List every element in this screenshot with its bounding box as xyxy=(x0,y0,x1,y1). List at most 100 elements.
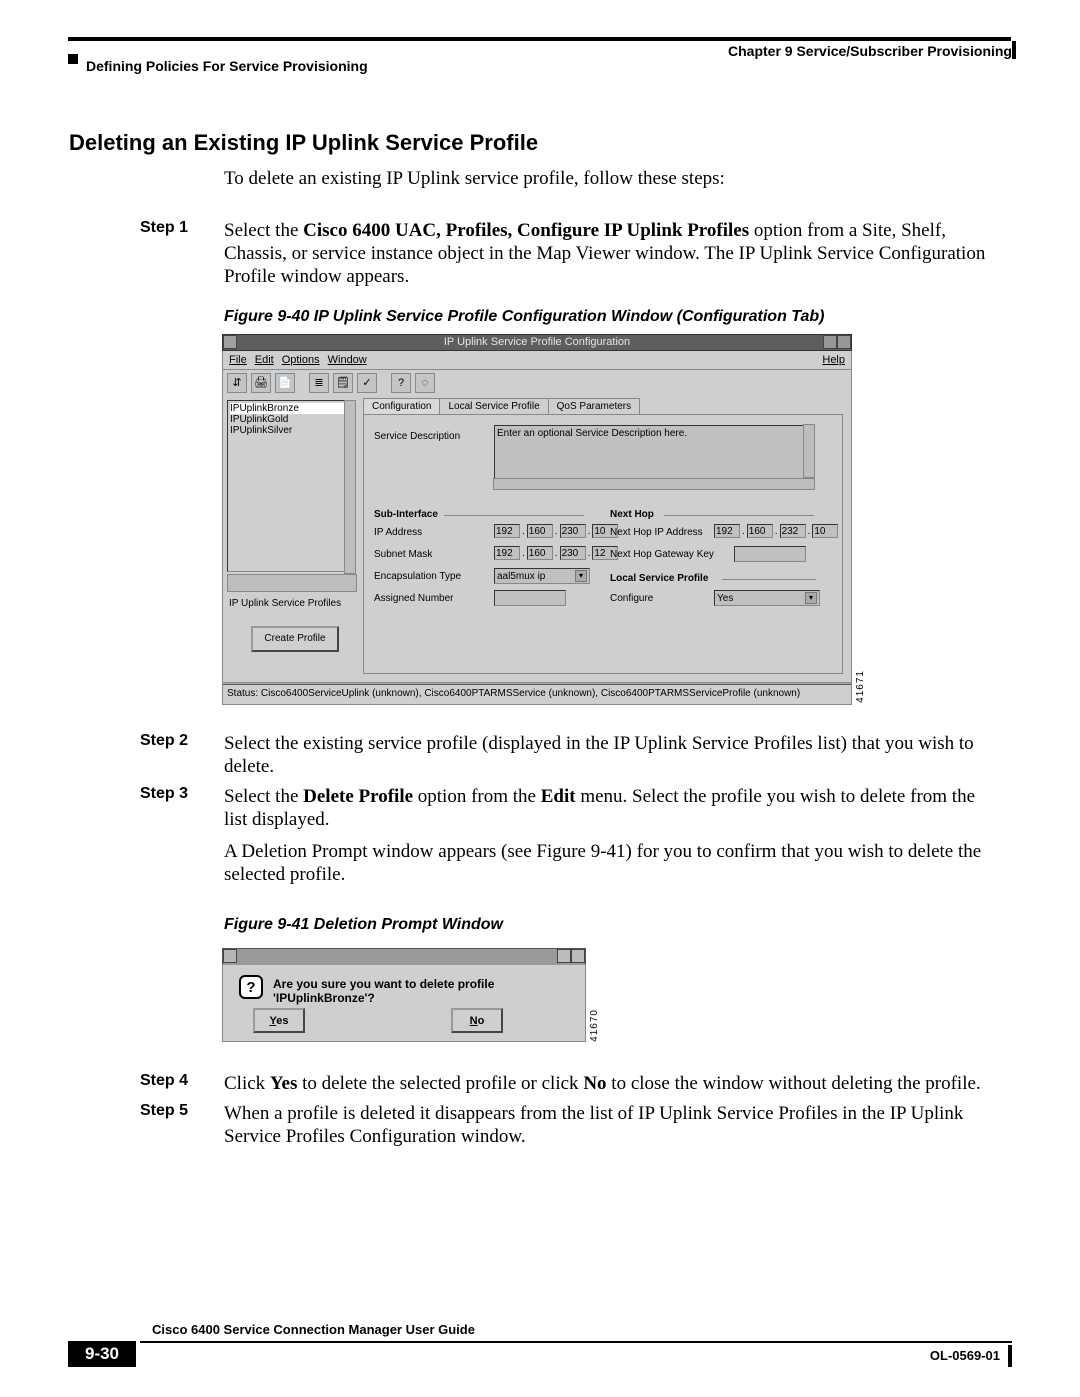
ip-uplink-config-window: IP Uplink Service Profile Configuration … xyxy=(222,334,852,705)
menubar: File Edit Options Window Help xyxy=(222,351,852,370)
profiles-scrollbar[interactable] xyxy=(344,400,356,574)
profiles-list-label: IP Uplink Service Profiles xyxy=(229,598,341,609)
step3-c: option from the xyxy=(413,786,541,807)
document-id: OL-0569-01 xyxy=(930,1348,1000,1363)
step2-body: Select the existing service profile (dis… xyxy=(224,732,1000,778)
header-rule xyxy=(68,37,1011,41)
profiles-list[interactable]: IPUplinkBronze IPUplinkGold IPUplinkSilv… xyxy=(227,400,355,572)
profiles-hscroll[interactable] xyxy=(227,574,357,592)
next-hop-key-field[interactable] xyxy=(734,546,806,562)
profile-item-silver[interactable]: IPUplinkSilver xyxy=(230,425,292,436)
service-description-label: Service Description xyxy=(374,431,460,442)
mask-oct-2[interactable] xyxy=(527,546,553,560)
desc-vscroll[interactable] xyxy=(803,424,815,478)
sub-interface-group: Sub-Interface xyxy=(374,509,438,520)
encapsulation-type-value: aal5mux ip xyxy=(497,571,545,582)
menu-file[interactable]: File xyxy=(229,354,247,366)
menu-help[interactable]: Help xyxy=(822,354,845,366)
profile-item-bronze[interactable]: IPUplinkBronze xyxy=(230,403,352,414)
menu-window[interactable]: Window xyxy=(328,354,367,366)
mask-oct-3[interactable] xyxy=(560,546,586,560)
step3-b: Delete Profile xyxy=(303,786,413,807)
window-title: IP Uplink Service Profile Configuration xyxy=(223,335,851,350)
tab-local-service-profile[interactable]: Local Service Profile xyxy=(439,398,548,414)
toolbar-help-icon[interactable]: ? xyxy=(391,373,411,393)
tab-configuration[interactable]: Configuration xyxy=(363,398,440,414)
toolbar-btn-6[interactable]: ✓ xyxy=(357,373,377,393)
service-description-field[interactable]: Enter an optional Service Description he… xyxy=(494,425,814,479)
step5-body: When a profile is deleted it disappears … xyxy=(224,1102,1000,1148)
header-left-marker xyxy=(68,54,78,64)
status-bar: Status: Cisco6400ServiceUplink (unknown)… xyxy=(222,683,852,705)
step5-label: Step 5 xyxy=(140,1102,188,1120)
ip-oct-1[interactable] xyxy=(494,524,520,538)
footer-rule xyxy=(140,1341,1012,1343)
ip-address-label: IP Address xyxy=(374,527,422,538)
ip-oct-3[interactable] xyxy=(560,524,586,538)
step4-e: to close the window without deleting the… xyxy=(607,1073,981,1094)
footer-right-bar xyxy=(1008,1345,1012,1367)
step3-paragraph2: A Deletion Prompt window appears (see Fi… xyxy=(224,840,1000,886)
encapsulation-type-label: Encapsulation Type xyxy=(374,571,461,582)
step1-b: Cisco 6400 UAC, Profiles, Configure IP U… xyxy=(303,220,749,241)
figure-id: 41670 xyxy=(589,1009,600,1042)
create-profile-button[interactable]: Create Profile xyxy=(251,626,339,652)
step2-label: Step 2 xyxy=(140,732,188,750)
system-menu-icon[interactable] xyxy=(223,335,237,349)
step3-label: Step 3 xyxy=(140,785,188,803)
toolbar-btn-1[interactable]: ⇵ xyxy=(227,373,247,393)
question-icon: ? xyxy=(239,975,263,999)
tab-qos-parameters[interactable]: QoS Parameters xyxy=(548,398,640,414)
nh-oct-4[interactable] xyxy=(812,524,838,538)
ip-oct-2[interactable] xyxy=(527,524,553,538)
subnet-mask-label: Subnet Mask xyxy=(374,549,432,560)
encapsulation-type-combo[interactable]: aal5mux ip ▾ xyxy=(494,568,590,584)
maximize-icon[interactable] xyxy=(837,335,851,349)
step4-a: Click xyxy=(224,1073,270,1094)
step4-c: to delete the selected profile or click xyxy=(297,1073,583,1094)
footer-book-title: Cisco 6400 Service Connection Manager Us… xyxy=(152,1322,475,1337)
local-service-profile-group: Local Service Profile xyxy=(610,573,708,584)
toolbar-btn-3[interactable]: 📄 xyxy=(275,373,295,393)
minimize-icon[interactable] xyxy=(823,335,837,349)
nh-oct-3[interactable] xyxy=(780,524,806,538)
dropdown-arrow-icon[interactable]: ▾ xyxy=(805,592,817,604)
assigned-number-field[interactable] xyxy=(494,590,566,606)
step1-body: Select the Cisco 6400 UAC, Profiles, Con… xyxy=(224,219,1000,289)
maximize-icon[interactable] xyxy=(571,949,585,963)
dialog-titlebar[interactable] xyxy=(222,948,586,966)
step4-d: No xyxy=(583,1073,606,1094)
toolbar-btn-2[interactable]: 🖨 xyxy=(251,373,271,393)
toolbar-btn-5[interactable]: 🗒 xyxy=(333,373,353,393)
dropdown-arrow-icon[interactable]: ▾ xyxy=(575,570,587,582)
next-hop-ip-label: Next Hop IP Address xyxy=(610,527,703,538)
no-button[interactable]: No xyxy=(451,1008,503,1033)
service-description-value: Enter an optional Service Description he… xyxy=(497,428,687,439)
step3-d: Edit xyxy=(541,786,576,807)
menu-options[interactable]: Options xyxy=(282,354,320,366)
window-titlebar[interactable]: IP Uplink Service Profile Configuration xyxy=(222,334,852,351)
intro-text: To delete an existing IP Uplink service … xyxy=(224,168,1000,190)
mask-oct-1[interactable] xyxy=(494,546,520,560)
desc-hscroll[interactable] xyxy=(493,478,815,490)
profile-item-gold[interactable]: IPUplinkGold xyxy=(230,414,288,425)
yes-button[interactable]: Yes xyxy=(253,1008,305,1033)
step3-body: Select the Delete Profile option from th… xyxy=(224,785,1000,831)
header-chapter: Chapter 9 Service/Subscriber Provisionin… xyxy=(728,43,1012,59)
nh-oct-1[interactable] xyxy=(714,524,740,538)
step3-a: Select the xyxy=(224,786,303,807)
subnet-mask-field[interactable]: ... xyxy=(494,546,618,560)
system-menu-icon[interactable] xyxy=(223,949,237,963)
step1-a: Select the xyxy=(224,220,303,241)
ip-address-field[interactable]: ... xyxy=(494,524,618,538)
minimize-icon[interactable] xyxy=(557,949,571,963)
next-hop-ip-field[interactable]: ... xyxy=(714,524,838,538)
step4-body: Click Yes to delete the selected profile… xyxy=(224,1072,1000,1095)
toolbar-btn-4[interactable]: ≣ xyxy=(309,373,329,393)
nh-oct-2[interactable] xyxy=(747,524,773,538)
toolbar-refresh-icon[interactable]: ◌ xyxy=(415,373,435,393)
menu-edit[interactable]: Edit xyxy=(255,354,274,366)
figure-9-41-caption: Figure 9-41 Deletion Prompt Window xyxy=(224,916,1000,934)
configure-combo[interactable]: Yes ▾ xyxy=(714,590,820,606)
configure-value: Yes xyxy=(717,593,733,604)
